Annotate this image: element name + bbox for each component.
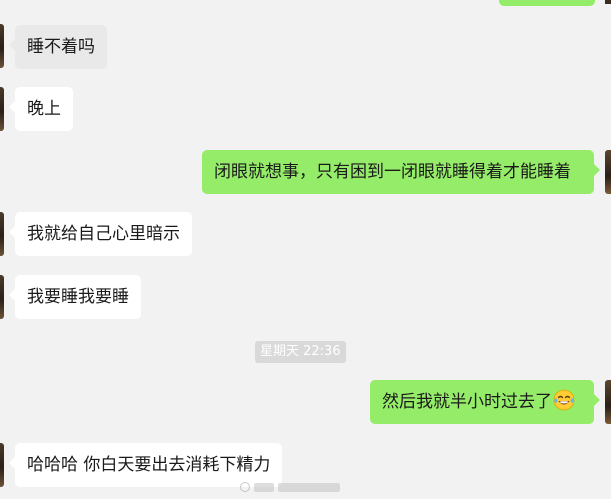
message-text: 哈哈哈 你白天要出去消耗下精力 xyxy=(27,455,271,475)
message-text: 我要睡我要睡 xyxy=(27,287,129,307)
message-text: 晚上 xyxy=(27,99,61,119)
watermark-mark xyxy=(278,482,340,492)
message-bubble-outgoing[interactable]: 然后我就半小时过去了 xyxy=(370,380,600,424)
contact-avatar[interactable] xyxy=(0,24,4,68)
user-avatar[interactable] xyxy=(605,150,611,194)
message-text: 闭眼就想事，只有困到一闭眼就睡得着才能睡着 xyxy=(214,162,571,182)
contact-avatar[interactable] xyxy=(0,87,4,131)
user-avatar[interactable] xyxy=(605,380,611,424)
chat-area[interactable]: 睡不着吗 晚上 闭眼就想事，只有困到一闭眼就睡得着才能睡着 我就给自己心里暗示 … xyxy=(0,0,611,499)
user-avatar-edge xyxy=(605,0,611,4)
contact-avatar[interactable] xyxy=(0,212,4,256)
message-bubble-incoming[interactable]: 我要睡我要睡 xyxy=(9,275,141,319)
message-bubble-incoming[interactable]: 晚上 xyxy=(9,87,73,131)
watermark-logo-icon xyxy=(240,482,250,492)
watermark-mark xyxy=(254,482,274,492)
message-text: 然后我就半小时过去了 xyxy=(382,392,552,412)
message-text: 睡不着吗 xyxy=(27,37,95,57)
message-bubble-incoming[interactable]: 我就给自己心里暗示 xyxy=(9,212,192,256)
watermark xyxy=(240,480,350,494)
laughing-tears-emoji-icon xyxy=(553,389,575,411)
previous-outgoing-bubble-edge xyxy=(499,0,595,6)
message-bubble-incoming[interactable]: 睡不着吗 xyxy=(9,25,107,69)
timestamp-label: 星期天 22:36 xyxy=(255,341,346,363)
contact-avatar[interactable] xyxy=(0,443,4,487)
contact-avatar[interactable] xyxy=(0,275,4,319)
message-bubble-outgoing[interactable]: 闭眼就想事，只有困到一闭眼就睡得着才能睡着 xyxy=(202,150,600,194)
message-text: 我就给自己心里暗示 xyxy=(27,224,180,244)
